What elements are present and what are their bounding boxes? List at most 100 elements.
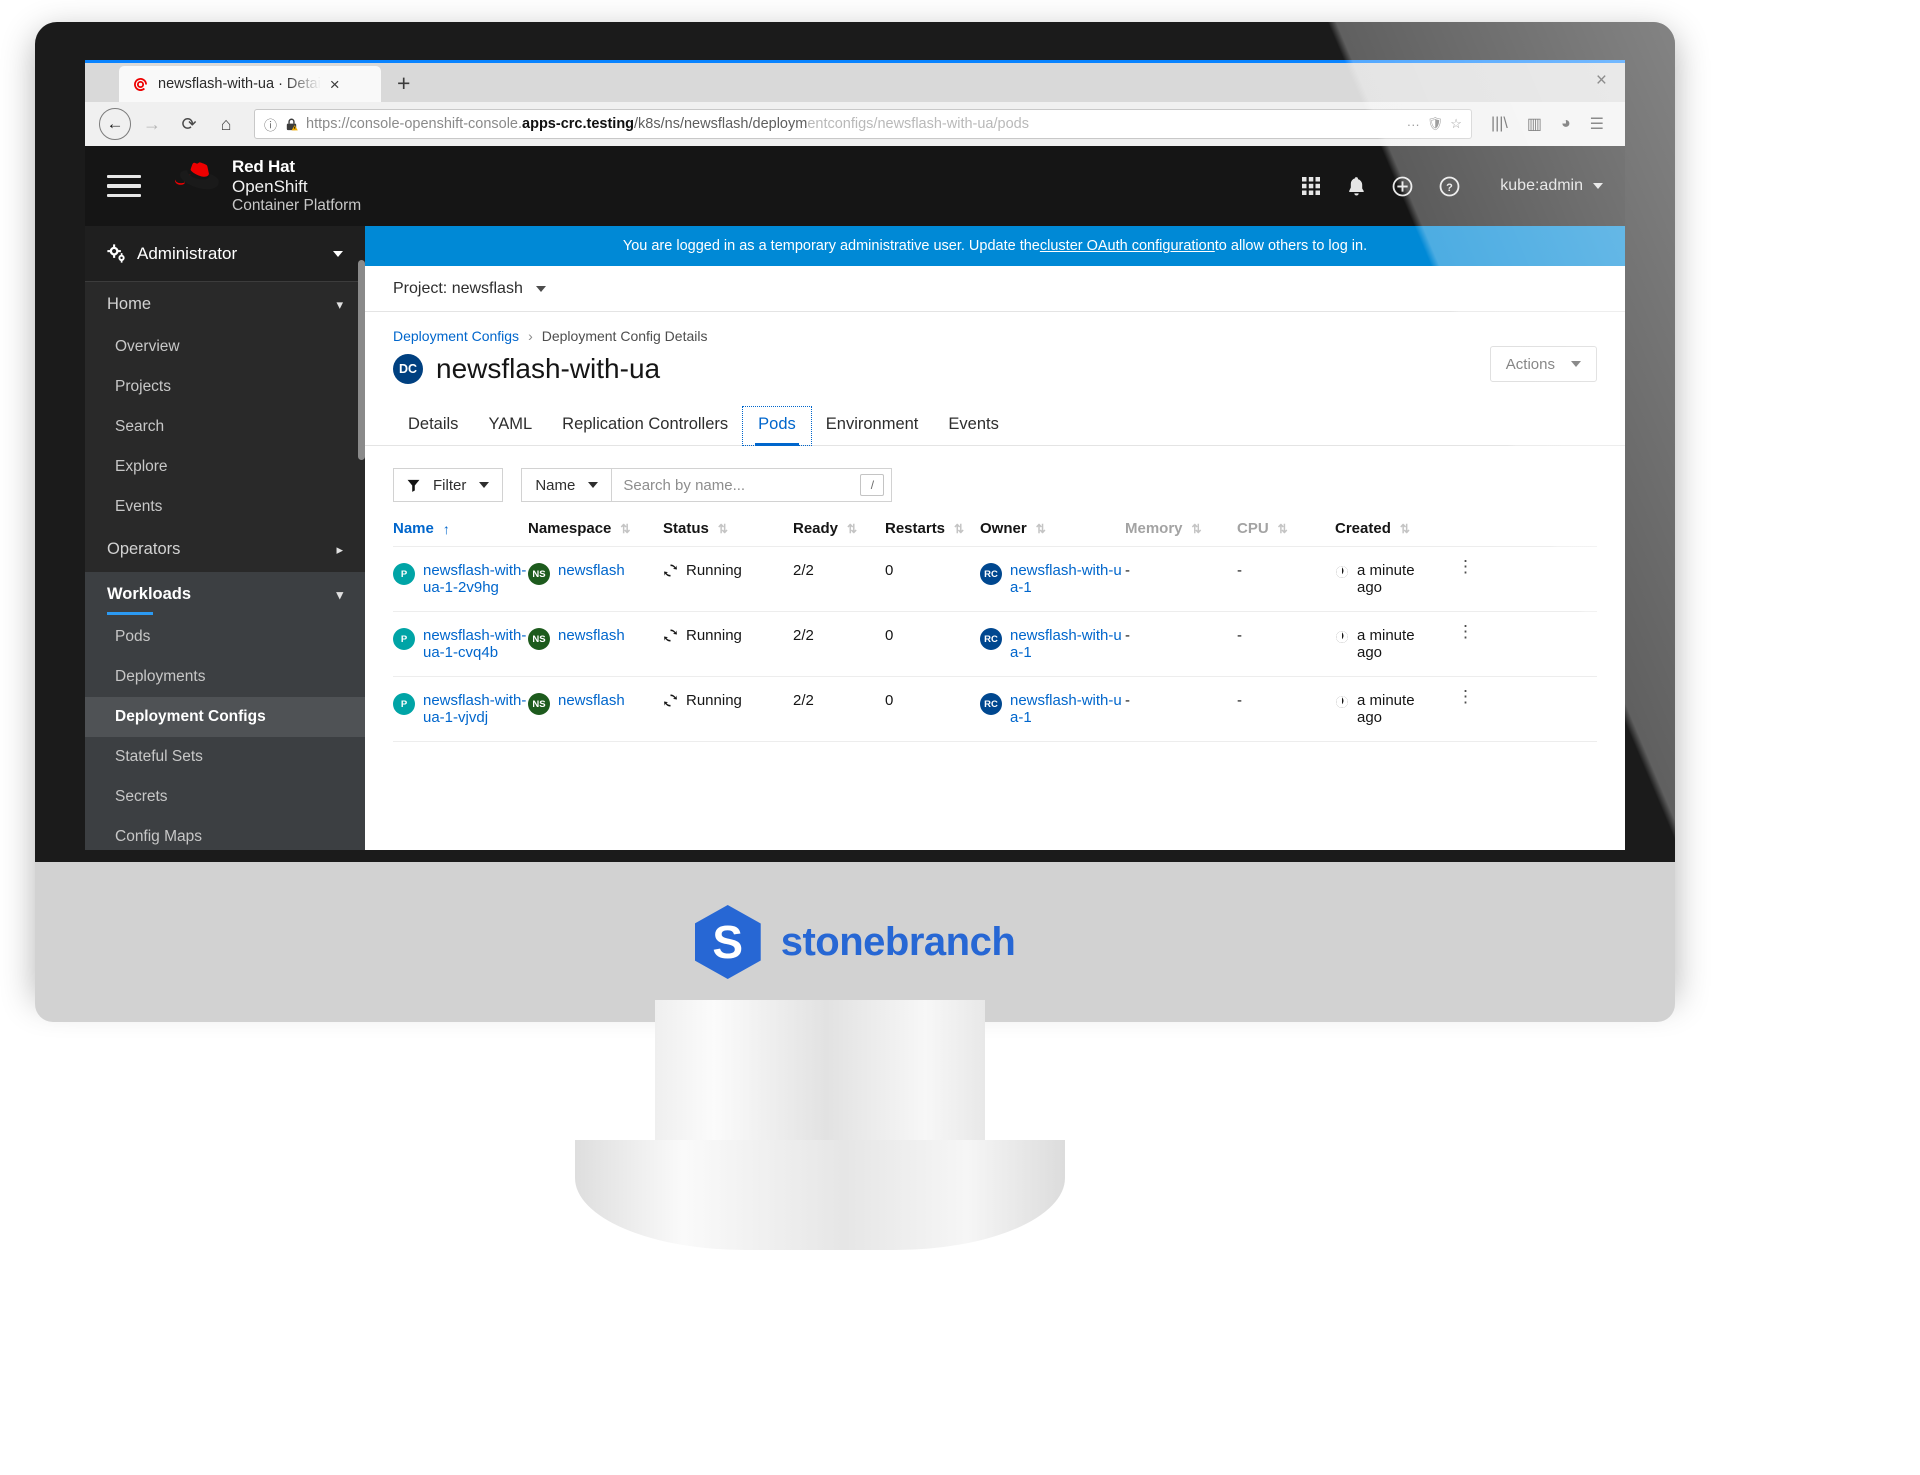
library-icon[interactable]: |||\ bbox=[1484, 115, 1515, 133]
column-header-cpu[interactable]: CPU ⇅ bbox=[1237, 520, 1335, 537]
tab-events[interactable]: Events bbox=[933, 407, 1013, 445]
plus-circle-icon[interactable] bbox=[1392, 176, 1413, 197]
cell-created: a minute ago bbox=[1335, 562, 1440, 596]
page-title-row: DC newsflash-with-ua bbox=[393, 353, 1597, 385]
account-icon[interactable]: ◕ bbox=[1554, 115, 1578, 133]
chevron-down-icon[interactable] bbox=[535, 285, 546, 292]
sidebars-icon[interactable]: ▥ bbox=[1520, 114, 1549, 134]
tab-replication-controllers[interactable]: Replication Controllers bbox=[547, 407, 743, 445]
navigation-toggle-icon[interactable] bbox=[107, 174, 141, 198]
column-header-created[interactable]: Created ⇅ bbox=[1335, 520, 1440, 537]
row-actions-menu[interactable]: ⋮ bbox=[1440, 558, 1474, 575]
page-actions-icon[interactable]: ··· bbox=[1407, 117, 1420, 132]
sidebar-item-config-maps[interactable]: Config Maps bbox=[85, 817, 365, 850]
sidebar-item-explore[interactable]: Explore bbox=[85, 447, 365, 487]
sidebar-item-overview[interactable]: Overview bbox=[85, 327, 365, 367]
sort-icon: ⇅ bbox=[1399, 521, 1410, 536]
back-button[interactable]: ← bbox=[99, 108, 131, 140]
tab-pods[interactable]: Pods bbox=[742, 406, 812, 446]
cell-restarts: 0 bbox=[885, 562, 894, 579]
sidebar-item-events[interactable]: Events bbox=[85, 487, 365, 527]
namespace-link[interactable]: newsflash bbox=[558, 692, 625, 709]
perspective-switcher[interactable]: Administrator bbox=[85, 226, 365, 282]
screen: newsflash-with-ua · Detai × + × ← → ⟳ ⌂ … bbox=[85, 60, 1625, 850]
cell-restarts: 0 bbox=[885, 627, 894, 644]
sidebar-item-stateful-sets[interactable]: Stateful Sets bbox=[85, 737, 365, 777]
close-window-button[interactable]: × bbox=[1596, 70, 1607, 92]
tab-details[interactable]: Details bbox=[393, 407, 473, 445]
close-tab-icon[interactable]: × bbox=[330, 76, 340, 93]
namespace-link[interactable]: newsflash bbox=[558, 562, 625, 579]
sidebar-section-workloads[interactable]: Workloads ▾ bbox=[85, 572, 365, 617]
search-attribute-dropdown[interactable]: Name bbox=[522, 469, 613, 501]
user-menu[interactable]: kube:admin bbox=[1500, 177, 1603, 195]
app-menu-icon[interactable]: ☰ bbox=[1583, 114, 1611, 134]
monitor-bezel: newsflash-with-ua · Detai × + × ← → ⟳ ⌂ … bbox=[35, 22, 1675, 992]
help-circle-icon[interactable]: ? bbox=[1439, 176, 1460, 197]
cluster-oauth-link[interactable]: cluster OAuth configuration bbox=[1040, 238, 1215, 254]
column-header-namespace[interactable]: Namespace ⇅ bbox=[528, 520, 663, 537]
sidebar-item-search[interactable]: Search bbox=[85, 407, 365, 447]
breadcrumb-parent-link[interactable]: Deployment Configs bbox=[393, 328, 519, 344]
owner-link[interactable]: newsflash-with-ua-1 bbox=[1010, 692, 1125, 726]
actions-label: Actions bbox=[1505, 355, 1555, 373]
column-header-ready[interactable]: Ready ⇅ bbox=[793, 520, 885, 537]
status-text: Running bbox=[686, 692, 742, 709]
tab-environment[interactable]: Environment bbox=[811, 407, 934, 445]
row-actions-menu[interactable]: ⋮ bbox=[1440, 688, 1474, 705]
pod-link[interactable]: newsflash-with-ua-1-vjvdj bbox=[423, 692, 528, 726]
sidebar-item-deployments[interactable]: Deployments bbox=[85, 657, 365, 697]
table-row[interactable]: P newsflash-with-ua-1-cvq4b NS newsflash bbox=[393, 612, 1597, 677]
tab-yaml[interactable]: YAML bbox=[473, 407, 547, 445]
replication-controller-badge: RC bbox=[980, 693, 1002, 715]
globe-clock-icon bbox=[1336, 566, 1348, 578]
column-header-status[interactable]: Status ⇅ bbox=[663, 520, 793, 537]
banner-text-before: You are logged in as a temporary adminis… bbox=[622, 238, 1040, 254]
bookmark-star-icon[interactable]: ☆ bbox=[1450, 116, 1462, 132]
url-bar[interactable]: ⓘ https://console-openshift-console.apps… bbox=[254, 109, 1472, 139]
forward-button[interactable]: → bbox=[136, 108, 168, 140]
browser-tab-strip: newsflash-with-ua · Detai × + × bbox=[85, 60, 1625, 102]
created-text: a minute ago bbox=[1357, 627, 1415, 661]
search-input[interactable] bbox=[612, 469, 861, 501]
filter-dropdown[interactable]: Filter bbox=[393, 468, 504, 502]
pod-link[interactable]: newsflash-with-ua-1-2v9hg bbox=[423, 562, 528, 596]
tracking-shield-icon[interactable]: 🛡 bbox=[1427, 116, 1444, 132]
cell-owner: RC newsflash-with-ua-1 bbox=[980, 692, 1125, 726]
browser-chrome: newsflash-with-ua · Detai × + × ← → ⟳ ⌂ … bbox=[85, 60, 1625, 146]
actions-button[interactable]: Actions bbox=[1489, 346, 1597, 382]
sidebar-item-projects[interactable]: Projects bbox=[85, 367, 365, 407]
column-header-name[interactable]: Name ↑ bbox=[393, 520, 528, 537]
page-info-icon[interactable]: ⓘ bbox=[264, 115, 277, 134]
sidebar-scrollbar[interactable] bbox=[358, 260, 365, 460]
sort-icon: ⇅ bbox=[620, 521, 631, 536]
owner-link[interactable]: newsflash-with-ua-1 bbox=[1010, 562, 1125, 596]
reload-button[interactable]: ⟳ bbox=[173, 108, 205, 140]
column-header-restarts[interactable]: Restarts ⇅ bbox=[885, 520, 980, 537]
new-tab-button[interactable]: + bbox=[381, 70, 426, 102]
project-selector[interactable]: Project: newsflash bbox=[393, 280, 523, 298]
application-launcher-icon[interactable] bbox=[1301, 176, 1321, 196]
namespace-link[interactable]: newsflash bbox=[558, 627, 625, 644]
sidebar-section-operators[interactable]: Operators ▸ bbox=[85, 527, 365, 572]
brand-logo[interactable]: Red Hat OpenShift Container Platform bbox=[175, 157, 361, 215]
column-label: Restarts bbox=[885, 520, 946, 537]
bell-icon[interactable] bbox=[1347, 176, 1366, 197]
owner-link[interactable]: newsflash-with-ua-1 bbox=[1010, 627, 1125, 661]
sidebar-section-home[interactable]: Home ▾ bbox=[85, 282, 365, 327]
row-actions-menu[interactable]: ⋮ bbox=[1440, 623, 1474, 640]
column-header-memory[interactable]: Memory ⇅ bbox=[1125, 520, 1237, 537]
sidebar-item-secrets[interactable]: Secrets bbox=[85, 777, 365, 817]
home-button[interactable]: ⌂ bbox=[210, 108, 242, 140]
sidebar-item-pods[interactable]: Pods bbox=[85, 617, 365, 657]
created-text: a minute ago bbox=[1357, 692, 1415, 726]
filter-label: Filter bbox=[433, 476, 467, 494]
sidebar-item-deployment-configs[interactable]: Deployment Configs bbox=[85, 697, 365, 737]
namespace-badge: NS bbox=[528, 693, 550, 715]
browser-tab[interactable]: newsflash-with-ua · Detai × bbox=[119, 66, 381, 102]
table-row[interactable]: P newsflash-with-ua-1-vjvdj NS newsflash bbox=[393, 677, 1597, 742]
brand-text: Red Hat OpenShift Container Platform bbox=[232, 157, 361, 215]
table-row[interactable]: P newsflash-with-ua-1-2v9hg NS newsflash bbox=[393, 547, 1597, 612]
pod-link[interactable]: newsflash-with-ua-1-cvq4b bbox=[423, 627, 528, 661]
column-header-owner[interactable]: Owner ⇅ bbox=[980, 520, 1125, 537]
